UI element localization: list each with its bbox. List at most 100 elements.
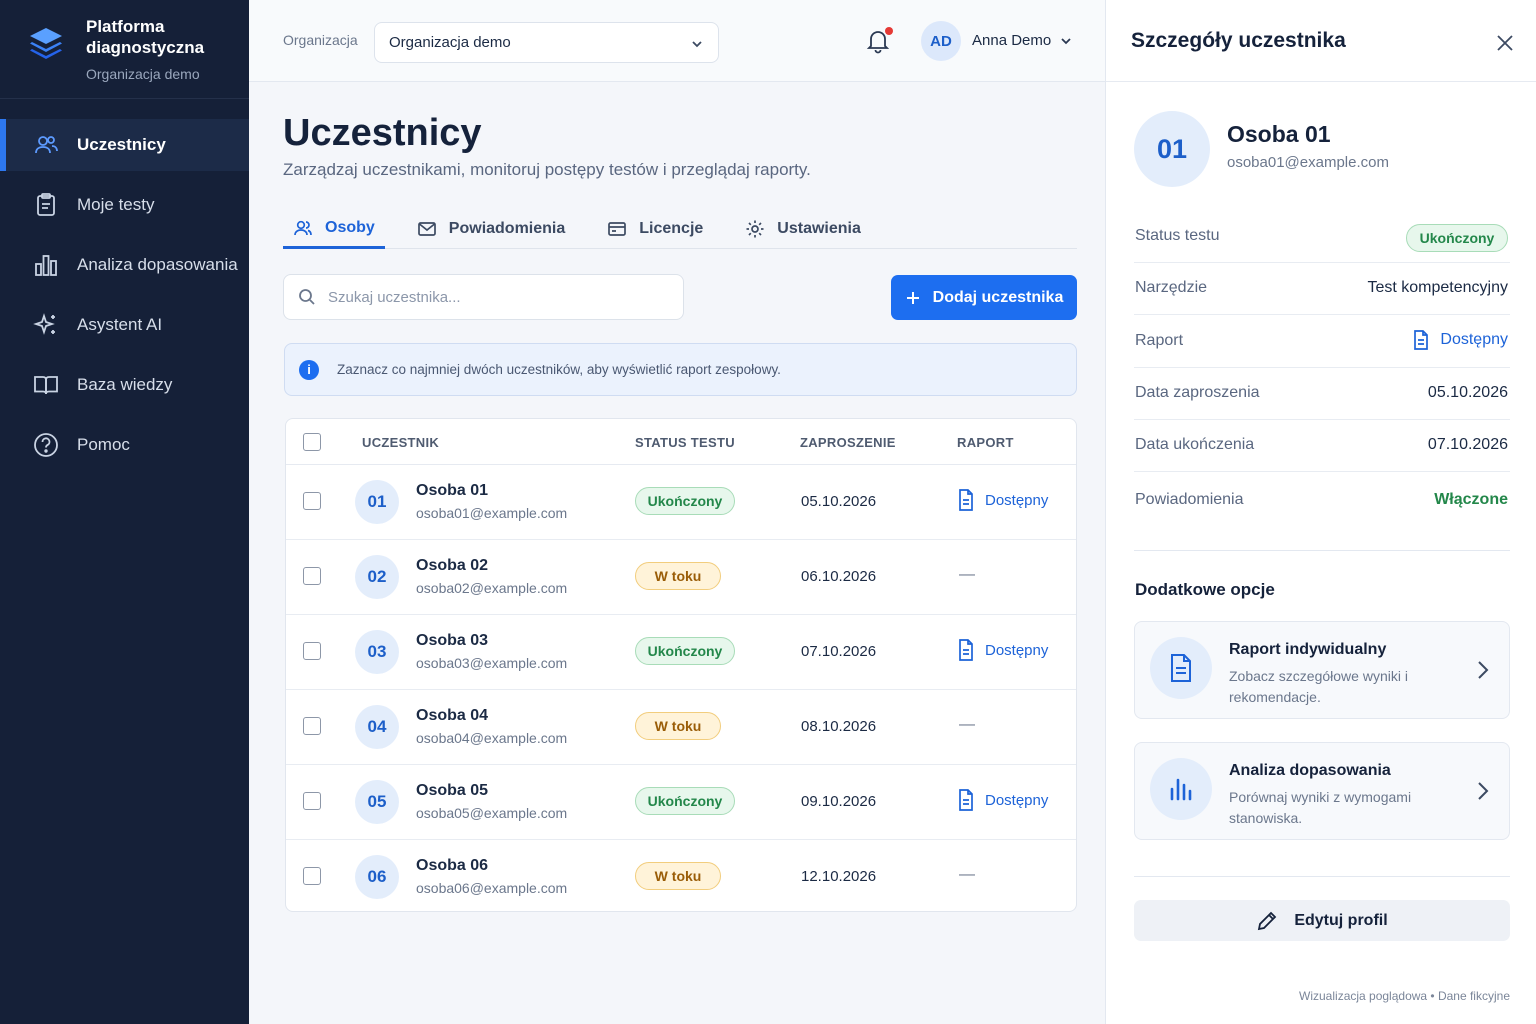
no-report-dash: — (959, 566, 975, 583)
option-fit-analysis[interactable]: Analiza dopasowania Porównaj wyniki z wy… (1134, 742, 1510, 840)
sidebar-item-label: Asystent AI (77, 315, 163, 334)
tab-label: Licencje (639, 220, 704, 237)
detail-label: Data ukończenia (1135, 436, 1255, 453)
row-checkbox[interactable] (303, 567, 321, 585)
status-badge: W toku (635, 562, 721, 590)
participant-number-avatar: 01 (355, 480, 399, 524)
row-checkbox[interactable] (303, 717, 321, 735)
status-badge: Ukończony (1406, 224, 1508, 252)
detail-label: Raport (1135, 332, 1184, 349)
option-icon-wrap (1150, 758, 1212, 820)
notifications-status: Włączone (1434, 491, 1508, 508)
brand-title: Platforma diagnostyczna (86, 17, 205, 57)
participant-avatar: 01 (1134, 111, 1210, 187)
report-link-label: Dostępny (985, 641, 1049, 659)
sidebar-item-asystent-ai[interactable]: Asystent AI (0, 299, 249, 351)
option-title: Analiza dopasowania (1229, 762, 1391, 779)
row-checkbox[interactable] (303, 492, 321, 510)
detail-tool: Narzędzie Test kompetencyjny (1134, 263, 1510, 315)
participant-email: osoba02@example.com (416, 580, 568, 596)
tab-powiadomienia[interactable]: Powiadomienia (407, 210, 575, 248)
info-banner: i Zaznacz co najmniej dwóch uczestników,… (284, 343, 1077, 396)
user-name[interactable]: Anna Demo (972, 32, 1051, 49)
brand-subtitle: Organizacja demo (86, 66, 200, 82)
table-row[interactable]: 02 Osoba 02 osoba02@example.com W toku 0… (286, 540, 1076, 615)
table-row[interactable]: 04 Osoba 04 osoba04@example.com W toku 0… (286, 690, 1076, 765)
page-title: Uczestnicy (283, 112, 482, 154)
report-link[interactable]: Dostępny (1412, 330, 1508, 350)
info-text: Zaznacz co najmniej dwóch uczestników, a… (337, 362, 781, 377)
edit-profile-button[interactable]: Edytuj profil (1134, 900, 1510, 941)
document-icon (1414, 330, 1429, 350)
invitation-date: 05.10.2026 (801, 493, 877, 510)
add-participant-button[interactable]: Dodaj uczestnika (891, 275, 1077, 320)
tab-label: Ustawienia (777, 220, 861, 237)
sidebar-item-baza-wiedzy[interactable]: Baza wiedzy (0, 359, 249, 411)
chevron-down-icon (692, 41, 702, 48)
detail-notifications: Powiadomienia Włączone (1134, 475, 1510, 527)
org-select-value: Organizacja demo (389, 34, 511, 51)
report-link[interactable]: Dostępny (957, 789, 1048, 811)
option-description: Zobacz szczegółowe wyniki i rekomendacje… (1229, 668, 1408, 705)
chevron-right-icon (1478, 782, 1489, 800)
options-title: Dodatkowe opcje (1135, 580, 1275, 599)
brand: Platforma diagnostyczna Organizacja demo (0, 0, 249, 99)
search-input[interactable] (328, 288, 658, 306)
panel-title: Szczegóły uczestnika (1131, 29, 1346, 52)
report-link-label: Dostępny (985, 491, 1049, 509)
sidebar: Platforma diagnostyczna Organizacja demo… (0, 0, 249, 1024)
chevron-down-icon[interactable] (1059, 34, 1073, 48)
report-link[interactable]: Dostępny (957, 489, 1048, 511)
detail-label: Powiadomienia (1135, 491, 1244, 508)
main-content: Uczestnicy Zarządzaj uczestnikami, monit… (249, 83, 1105, 1024)
detail-invite-date: Data zaproszenia 05.10.2026 (1134, 368, 1510, 420)
clipboard-icon (37, 193, 55, 216)
participant-name: Osoba 06 (416, 857, 489, 874)
participant-email: osoba05@example.com (416, 805, 568, 821)
sidebar-item-uczestnicy[interactable]: Uczestnicy (0, 119, 249, 171)
option-description: Porównaj wyniki z wymogami stanowiska. (1229, 789, 1412, 826)
option-individual-report[interactable]: Raport indywidualny Zobacz szczegółowe w… (1134, 621, 1510, 719)
close-icon[interactable] (1496, 34, 1514, 52)
document-icon (959, 789, 973, 811)
row-checkbox[interactable] (303, 642, 321, 660)
tab-label: Osoby (325, 219, 375, 236)
tab-licencje[interactable]: Licencje (597, 210, 713, 248)
detail-report: Raport Dostępny (1134, 316, 1510, 368)
participant-name: Osoba 01 (416, 482, 489, 499)
sidebar-item-pomoc[interactable]: Pomoc (0, 419, 249, 471)
table-row[interactable]: 05 Osoba 05 osoba05@example.com Ukończon… (286, 765, 1076, 840)
participant-number-avatar: 04 (355, 705, 399, 749)
table-row[interactable]: 06 Osoba 06 osoba06@example.com W toku 1… (286, 840, 1076, 911)
status-badge: Ukończony (635, 487, 735, 515)
panel-header: Szczegóły uczestnika (1106, 0, 1536, 82)
table-body: 01 Osoba 01 osoba01@example.com Ukończon… (286, 465, 1076, 911)
status-badge: Ukończony (635, 787, 735, 815)
report-link[interactable]: Dostępny (957, 639, 1048, 661)
row-checkbox[interactable] (303, 792, 321, 810)
gear-icon (746, 220, 764, 238)
participant-number-avatar: 03 (355, 630, 399, 674)
participant-details-panel: Szczegóły uczestnika 01 Osoba 01 osoba01… (1105, 0, 1536, 1024)
sidebar-item-moje-testy[interactable]: Moje testy (0, 179, 249, 231)
user-avatar[interactable]: AD (921, 21, 961, 61)
tabs: Osoby Powiadomienia Licencje Ustawienia (283, 210, 1077, 249)
sidebar-item-analiza[interactable]: Analiza dopasowania (0, 239, 249, 291)
sidebar-nav: Uczestnicy Moje testy Analiza dopasowani… (0, 119, 249, 479)
row-checkbox[interactable] (303, 867, 321, 885)
add-participant-label: Dodaj uczestnika (932, 288, 1064, 306)
sidebar-item-label: Pomoc (77, 435, 130, 454)
sidebar-item-label: Moje testy (77, 195, 155, 214)
participant-name: Osoba 04 (416, 707, 489, 724)
mail-icon (417, 222, 436, 236)
option-icon-wrap (1150, 637, 1212, 699)
table-row[interactable]: 03 Osoba 03 osoba03@example.com Ukończon… (286, 615, 1076, 690)
status-badge: W toku (635, 862, 721, 890)
org-select[interactable]: Organizacja demo (374, 22, 719, 63)
table-row[interactable]: 01 Osoba 01 osoba01@example.com Ukończon… (286, 465, 1076, 540)
tab-osoby[interactable]: Osoby (283, 210, 385, 249)
select-all-checkbox[interactable] (303, 433, 321, 451)
tab-ustawienia[interactable]: Ustawienia (735, 210, 871, 248)
book-icon (34, 376, 58, 395)
option-title: Raport indywidualny (1229, 641, 1387, 658)
